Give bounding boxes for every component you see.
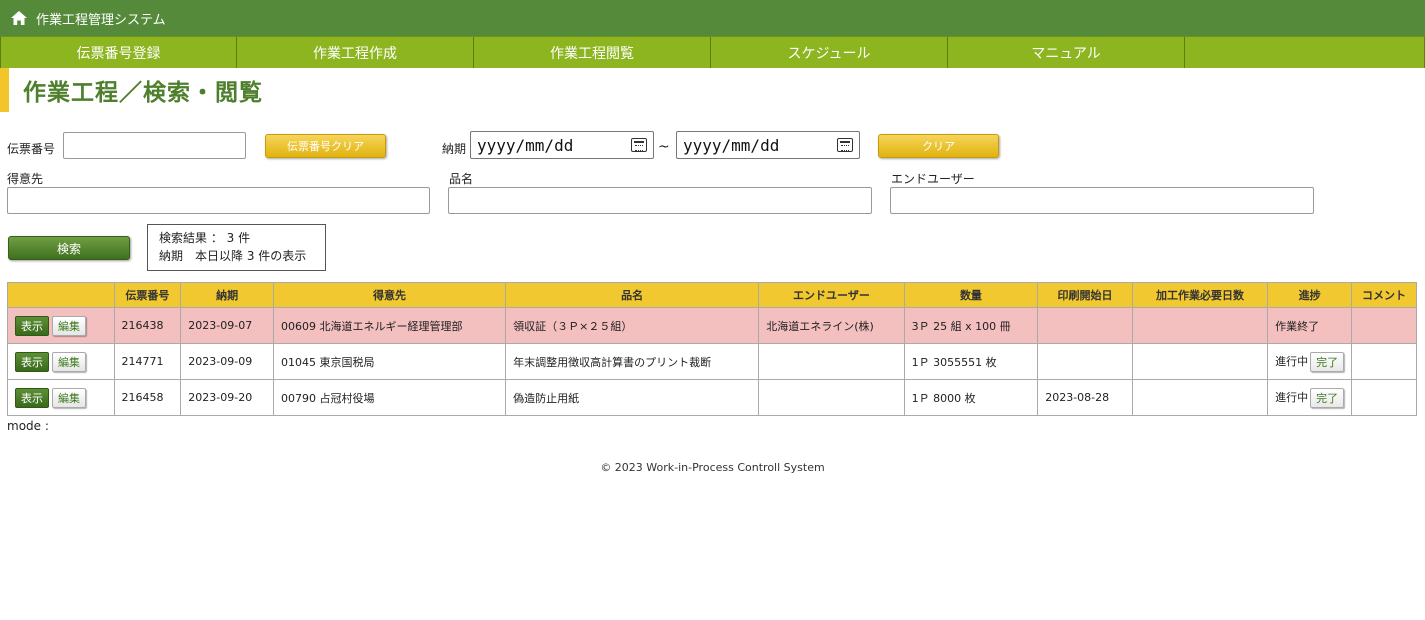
table-row: 表示 編集 214771 2023-09-09 01045 東京国税局 年末調整用… <box>7 343 1417 380</box>
cell-slip: 216458 <box>113 379 182 416</box>
main-nav: 伝票番号登録 作業工程作成 作業工程閲覧 スケジュール マニュアル <box>0 36 1425 68</box>
app-header: 作業工程管理システム <box>0 0 1425 36</box>
show-button[interactable]: 表示 <box>15 387 49 408</box>
cell-due: 2023-09-20 <box>180 379 274 416</box>
app-title: 作業工程管理システム <box>36 12 166 28</box>
show-button[interactable]: 表示 <box>15 315 49 336</box>
heading-accent-bar <box>0 68 9 112</box>
mode-label: mode : <box>7 419 49 433</box>
cell-product: 領収証（３Ｐ×２５組） <box>505 307 760 344</box>
cell-progress: 進行中 完了 <box>1267 379 1353 416</box>
cell-customer: 01045 東京国税局 <box>272 343 507 380</box>
cell-quantity: 1Ｐ 8000 枚 <box>903 379 1039 416</box>
column-header-customer[interactable]: 得意先 <box>272 282 507 308</box>
footer-copyright: © 2023 Work-in-Process Controll System <box>600 461 825 474</box>
column-header-slip[interactable]: 伝票番号 <box>113 282 182 308</box>
end-user-input[interactable] <box>890 187 1314 214</box>
cell-quantity: 1Ｐ 3055551 枚 <box>903 343 1039 380</box>
edit-button[interactable]: 編集 <box>52 351 86 372</box>
due-date-label: 納期 <box>442 142 467 156</box>
cell-print-start: 2023-08-28 <box>1037 379 1133 416</box>
edit-button[interactable]: 編集 <box>52 387 86 408</box>
cell-slip: 214771 <box>113 343 182 380</box>
slip-number-label: 伝票番号 <box>7 142 56 156</box>
column-header-progress[interactable]: 進捗 <box>1267 282 1353 308</box>
column-header-product[interactable]: 品名 <box>505 282 760 308</box>
product-input[interactable] <box>448 187 872 214</box>
column-header-quantity[interactable]: 数量 <box>903 282 1039 308</box>
customer-input[interactable] <box>7 187 430 214</box>
cell-due: 2023-09-07 <box>180 307 274 344</box>
column-header-end-user[interactable]: エンドユーザー <box>758 282 905 308</box>
column-header-actions <box>7 282 115 308</box>
row-actions: 表示 編集 <box>7 343 115 380</box>
search-result-summary: 検索結果 ： 3 件 納期 本日以降 3 件の表示 <box>147 224 326 271</box>
cell-days <box>1131 379 1269 416</box>
column-header-due[interactable]: 納期 <box>180 282 274 308</box>
cell-customer: 00790 占冠村役場 <box>272 379 507 416</box>
nav-item-schedule[interactable]: スケジュール <box>711 37 948 68</box>
cell-comment <box>1351 379 1417 416</box>
slip-clear-button[interactable]: 伝票番号クリア <box>265 134 386 158</box>
cell-end-user <box>758 379 905 416</box>
date-range-separator: ~ <box>658 139 670 155</box>
column-header-comment[interactable]: コメント <box>1351 282 1417 308</box>
cell-comment <box>1351 307 1417 344</box>
result-count-text: 検索結果 ： 3 件 <box>159 231 251 245</box>
date-clear-button[interactable]: クリア <box>878 134 999 158</box>
cell-days <box>1131 307 1269 344</box>
cell-due: 2023-09-09 <box>180 343 274 380</box>
cell-end-user <box>758 343 905 380</box>
cell-comment <box>1351 343 1417 380</box>
cell-days <box>1131 343 1269 380</box>
cell-customer: 00609 北海道エネルギー経理管理部 <box>272 307 507 344</box>
cell-progress: 進行中 完了 <box>1267 343 1353 380</box>
end-user-label: エンドユーザー <box>891 172 975 186</box>
nav-item-slip-register[interactable]: 伝票番号登録 <box>0 37 237 68</box>
cell-end-user: 北海道エネライン(株) <box>758 307 905 344</box>
table-row: 表示 編集 216458 2023-09-20 00790 占冠村役場 偽造防止用… <box>7 379 1417 416</box>
cell-product: 偽造防止用紙 <box>505 379 760 416</box>
cell-print-start <box>1037 307 1133 344</box>
product-label: 品名 <box>449 172 474 186</box>
nav-item-manual[interactable]: マニュアル <box>948 37 1185 68</box>
table-row: 表示 編集 216438 2023-09-07 00609 北海道エネルギー経理管… <box>7 307 1417 344</box>
complete-button[interactable]: 完了 <box>1310 351 1345 372</box>
column-header-days[interactable]: 加工作業必要日数 <box>1131 282 1269 308</box>
slip-number-input[interactable] <box>63 132 246 159</box>
nav-item-process-browse[interactable]: 作業工程閲覧 <box>474 37 711 68</box>
progress-text: 進行中 <box>1275 354 1309 368</box>
calendar-icon[interactable] <box>631 138 647 152</box>
column-header-print-start[interactable]: 印刷開始日 <box>1037 282 1133 308</box>
cell-product: 年末調整用徴収高計算書のプリント裁断 <box>505 343 760 380</box>
row-actions: 表示 編集 <box>7 307 115 344</box>
show-button[interactable]: 表示 <box>15 351 49 372</box>
page-heading: 作業工程／検索・閲覧 <box>0 68 263 112</box>
process-table: 伝票番号 納期 得意先 品名 エンドユーザー 数量 印刷開始日 加工作業必要日数… <box>7 282 1417 416</box>
edit-button[interactable]: 編集 <box>52 315 86 336</box>
progress-text: 進行中 <box>1275 390 1309 404</box>
due-date-to-value: yyyy/mm/dd <box>683 135 780 155</box>
page-title: 作業工程／検索・閲覧 <box>23 80 263 106</box>
complete-button[interactable]: 完了 <box>1310 387 1345 408</box>
customer-label: 得意先 <box>7 172 44 186</box>
calendar-icon[interactable] <box>837 138 853 152</box>
progress-text: 作業終了 <box>1275 319 1320 333</box>
due-date-from-value: yyyy/mm/dd <box>477 135 574 155</box>
home-icon[interactable] <box>10 9 28 27</box>
due-date-to-input[interactable]: yyyy/mm/dd <box>676 131 860 159</box>
nav-item-empty <box>1185 37 1425 68</box>
table-header-row: 伝票番号 納期 得意先 品名 エンドユーザー 数量 印刷開始日 加工作業必要日数… <box>7 282 1417 308</box>
row-actions: 表示 編集 <box>7 379 115 416</box>
cell-print-start <box>1037 343 1133 380</box>
cell-slip: 216438 <box>113 307 182 344</box>
due-date-from-input[interactable]: yyyy/mm/dd <box>470 131 654 159</box>
cell-quantity: 3Ｐ 25 組 x 100 冊 <box>903 307 1039 344</box>
search-button[interactable]: 検索 <box>8 236 130 260</box>
cell-progress: 作業終了 <box>1267 307 1353 344</box>
result-filter-text: 納期 本日以降 3 件の表示 <box>159 249 307 263</box>
nav-item-process-create[interactable]: 作業工程作成 <box>237 37 474 68</box>
